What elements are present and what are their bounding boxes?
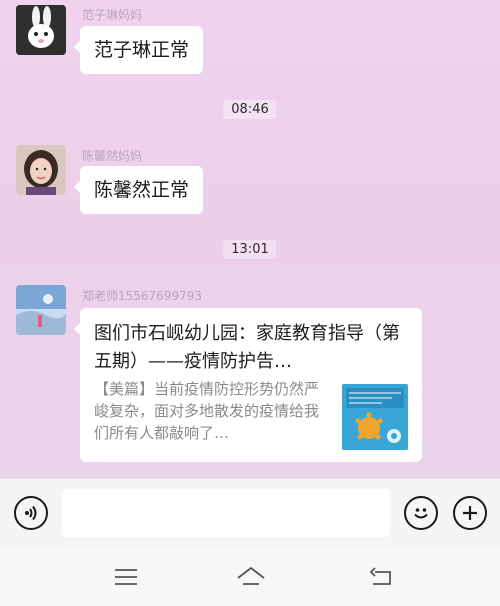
input-bar (0, 478, 500, 548)
back-icon[interactable] (368, 564, 398, 590)
system-nav-bar (0, 548, 500, 606)
menu-icon[interactable] (111, 564, 141, 590)
message-input[interactable] (62, 489, 390, 537)
plus-icon[interactable] (453, 496, 487, 530)
article-description: 【美篇】当前疫情防控形势仍然严峻复杂，面对多地散发的疫情给我们所有人都敲响了… (94, 380, 320, 442)
sender-name: 郑老师15567699793 (82, 289, 202, 303)
timestamp: 08:46 (223, 100, 277, 119)
virus-thumbnail-icon (342, 384, 408, 450)
sender-name: 范子琳妈妈 (82, 8, 143, 22)
voice-icon[interactable] (14, 496, 48, 530)
avatar[interactable] (16, 5, 66, 55)
timestamp: 13:01 (223, 240, 277, 259)
emoji-icon[interactable] (404, 496, 438, 530)
home-icon[interactable] (235, 564, 267, 590)
article-title: 图们市石岘幼儿园：家庭教育指导（第五期）——疫情防护告… (94, 323, 400, 372)
landscape-avatar-icon (16, 285, 66, 335)
message-bubble[interactable]: 陈馨然正常 (73, 166, 204, 214)
sender-name: 陈馨然妈妈 (82, 149, 143, 163)
rabbit-avatar-icon (16, 5, 66, 55)
article-card[interactable]: 图们市石岘幼儿园：家庭教育指导（第五期）——疫情防护告… 【美篇】当前疫情防控形… (74, 308, 422, 462)
message-bubble[interactable]: 范子琳正常 (73, 26, 204, 74)
avatar[interactable] (16, 145, 66, 195)
chat-area[interactable]: 范子琳妈妈 范子琳正常 08:46 陈馨然妈妈 陈馨然正常 13:01 郑老师1… (0, 0, 500, 478)
woman-avatar-icon (16, 145, 66, 195)
avatar[interactable] (16, 285, 66, 335)
